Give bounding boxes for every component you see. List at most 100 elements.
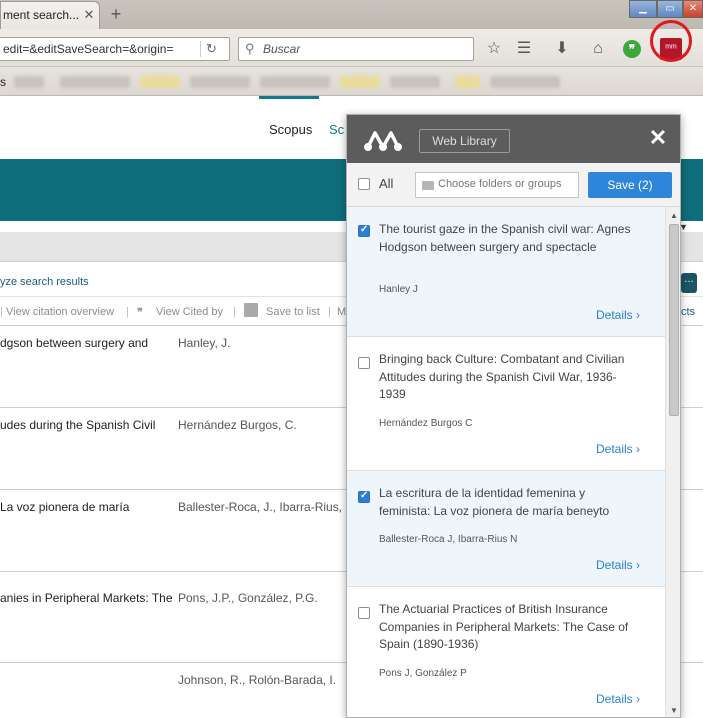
item-title: The Actuarial Practices of British Insur… <box>379 602 629 651</box>
result-authors[interactable]: Pons, J.P., González, P.G. <box>178 591 318 605</box>
maximize-button[interactable]: ▭ <box>657 0 683 18</box>
folders-placeholder: Choose folders or groups <box>438 178 562 190</box>
close-icon[interactable]: ✕ <box>647 125 669 151</box>
mendeley-importer-popup: Web Library ✕ All Choose folders or grou… <box>346 114 681 718</box>
more-options-button[interactable]: … <box>681 273 697 293</box>
bookmarks-bar: s <box>0 67 703 96</box>
blurred-bookmark[interactable] <box>260 76 330 88</box>
popup-toolbar: All Choose folders or groups Save (2) <box>347 163 680 207</box>
blurred-bookmark[interactable] <box>390 76 440 88</box>
action-separator: | <box>328 306 331 318</box>
select-all-checkbox[interactable] <box>358 178 370 190</box>
nav-sc-link[interactable]: Sc <box>329 122 344 137</box>
list-item[interactable]: The Actuarial Practices of British Insur… <box>347 587 665 717</box>
chevron-right-icon: › <box>636 308 641 322</box>
bookmarks-list-icon[interactable]: ☰ <box>514 39 534 59</box>
result-title[interactable]: La voz pionera de maría <box>0 500 129 514</box>
view-cited-by-link[interactable]: View Cited by <box>156 306 223 318</box>
item-title: La escritura de la identidad femenina y … <box>379 486 610 518</box>
blurred-bookmark[interactable] <box>60 76 130 88</box>
edge-action-link[interactable]: cts <box>681 306 695 318</box>
analyze-results-link[interactable]: yze search results <box>0 276 89 288</box>
url-bar[interactable]: edit=&editSaveSearch=&origin= ↻ <box>0 37 230 61</box>
save-button[interactable]: Save (2) <box>588 172 672 198</box>
web-library-button[interactable]: Web Library <box>419 129 510 153</box>
save-to-list-link[interactable]: Save to list <box>266 306 320 318</box>
highlight-circle <box>650 20 692 62</box>
scroll-down-icon[interactable]: ▼ <box>670 706 678 715</box>
details-label: Details <box>596 308 633 322</box>
chevron-right-icon: › <box>636 558 641 572</box>
blurred-bookmark[interactable] <box>455 76 480 88</box>
active-nav-indicator <box>259 96 319 99</box>
url-text: edit=&editSaveSearch=&origin= <box>3 42 174 56</box>
details-link[interactable]: Details › <box>596 558 640 572</box>
reload-icon[interactable]: ↻ <box>200 41 222 57</box>
nav-scopus-link[interactable]: Scopus <box>269 122 312 137</box>
popup-header: Web Library ✕ <box>347 115 680 163</box>
tab-title: ment search... <box>3 8 80 22</box>
quote-extension-icon[interactable]: ❞ <box>623 40 641 58</box>
scrollbar-thumb[interactable] <box>669 224 679 416</box>
quote-icon: ❞ <box>137 307 143 319</box>
scroll-up-icon[interactable]: ▲ <box>670 211 678 220</box>
blurred-bookmark[interactable] <box>340 76 380 88</box>
list-item[interactable]: La escritura de la identidad femenina y … <box>347 471 665 587</box>
item-checkbox[interactable] <box>358 607 370 619</box>
item-title: The tourist gaze in the Spanish civil wa… <box>379 222 631 254</box>
tab-bar: ment search... ✕ + ▁ ▭ ✕ <box>0 0 703 29</box>
item-checkbox[interactable] <box>358 357 370 369</box>
list-item[interactable]: The tourist gaze in the Spanish civil wa… <box>347 207 665 337</box>
details-label: Details <box>596 442 633 456</box>
more-actions-link[interactable]: M <box>337 306 346 318</box>
window-close-button[interactable]: ✕ <box>683 0 703 18</box>
search-placeholder: Buscar <box>263 42 301 56</box>
blurred-bookmark[interactable] <box>190 76 250 88</box>
blurred-bookmark[interactable] <box>490 76 560 88</box>
search-input[interactable]: ⚲ Buscar <box>238 37 474 61</box>
download-icon[interactable]: ⬇ <box>552 39 572 59</box>
select-all-label: All <box>379 176 394 191</box>
mendeley-logo-icon <box>364 131 402 151</box>
item-checkbox[interactable] <box>358 224 370 237</box>
window-controls: ▁ ▭ ✕ <box>629 0 703 18</box>
minimize-button[interactable]: ▁ <box>629 0 657 18</box>
home-icon[interactable]: ⌂ <box>588 39 608 59</box>
result-authors[interactable]: Johnson, R., Rolón-Barada, I. <box>178 673 336 687</box>
action-separator: | <box>0 306 3 318</box>
result-title[interactable]: dgson between surgery and <box>0 336 148 350</box>
result-authors[interactable]: Hanley, J. <box>178 336 230 350</box>
item-title: Bringing back Culture: Combatant and Civ… <box>379 352 625 401</box>
browser-tab[interactable]: ment search... ✕ <box>0 1 100 29</box>
details-link[interactable]: Details › <box>596 692 640 706</box>
new-tab-button[interactable]: + <box>106 3 126 25</box>
chevron-right-icon: › <box>636 442 641 456</box>
references-list: The tourist gaze in the Spanish civil wa… <box>347 207 665 717</box>
item-authors: Ballester-Roca J, Ibarra-Rius N <box>379 534 518 545</box>
details-label: Details <box>596 558 633 572</box>
bookmark-star-icon[interactable]: ☆ <box>484 39 504 59</box>
result-authors[interactable]: Hernández Burgos, C. <box>178 418 297 432</box>
item-checkbox[interactable] <box>358 490 370 503</box>
details-link[interactable]: Details › <box>596 308 640 322</box>
folder-icon <box>422 181 434 190</box>
folders-input[interactable]: Choose folders or groups <box>415 172 579 198</box>
blurred-bookmark[interactable] <box>140 76 180 88</box>
result-title[interactable]: anies in Peripheral Markets: The <box>0 591 173 605</box>
list-item[interactable]: Bringing back Culture: Combatant and Civ… <box>347 337 665 471</box>
item-authors: Pons J, González P <box>379 668 467 679</box>
item-authors: Hernández Burgos C <box>379 418 473 429</box>
popup-scrollbar[interactable]: ▲ ▼ <box>665 207 680 717</box>
chevron-right-icon: › <box>636 692 641 706</box>
action-separator: | <box>126 306 129 318</box>
result-authors[interactable]: Ballester-Roca, J., Ibarra-Rius, <box>178 500 342 514</box>
tab-close-icon[interactable]: ✕ <box>79 5 99 25</box>
bookmarks-label: s <box>0 75 6 89</box>
action-separator: | <box>233 306 236 318</box>
details-label: Details <box>596 692 633 706</box>
blurred-bookmark[interactable] <box>14 76 44 88</box>
result-title[interactable]: udes during the Spanish Civil <box>0 418 155 432</box>
details-link[interactable]: Details › <box>596 442 640 456</box>
item-authors: Hanley J <box>379 284 418 295</box>
view-citation-overview-link[interactable]: View citation overview <box>6 306 114 318</box>
